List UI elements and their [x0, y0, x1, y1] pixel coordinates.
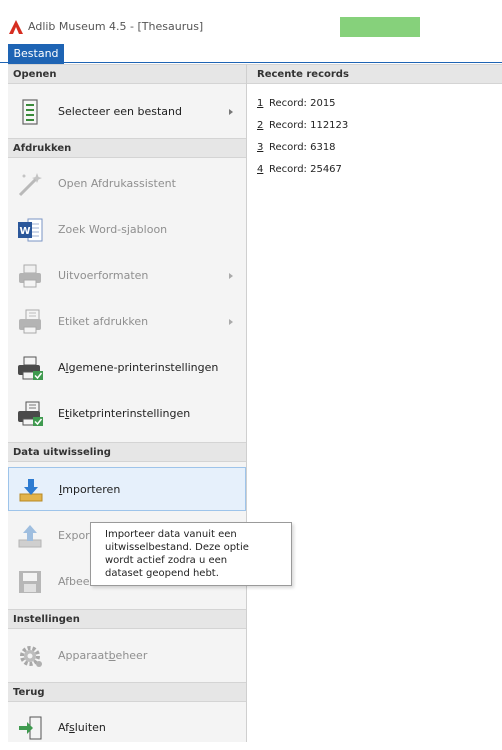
recent-record-3[interactable]: 3 Record: 6318: [257, 140, 336, 156]
tooltip-line: dataset geopend hebt.: [105, 568, 219, 579]
printer-settings-icon: [18, 356, 43, 380]
save-icon: [19, 571, 41, 593]
importeren-tooltip: Importeer data vanuit een uitwisselbesta…: [90, 522, 292, 586]
menu-item-label: Apparaatbeheer: [58, 649, 148, 662]
menu-item-afsluiten[interactable]: Afsluiten: [8, 706, 246, 750]
menu-item-apparaatbeheer[interactable]: Apparaatbeheer: [8, 634, 246, 678]
menu-item-label: Importeren: [59, 483, 121, 496]
title-accent-block: [340, 17, 420, 37]
menu-item-zoek-word-sjabloon[interactable]: W Zoek Word-sjabloon: [8, 208, 246, 252]
menu-item-etiket-afdrukken[interactable]: Etiket afdrukken: [8, 300, 246, 344]
document-list-icon: [22, 99, 38, 125]
menu-item-label: Expor: [58, 529, 90, 542]
menu-tab-bestand[interactable]: Bestand: [8, 44, 64, 64]
menu-item-label: Uitvoerformaten: [58, 269, 149, 282]
word-document-icon: W: [18, 218, 43, 242]
menu-item-label: Open Afdrukassistent: [58, 177, 176, 190]
section-terug: Terug: [8, 682, 246, 702]
menu-item-importeren[interactable]: Importeren: [8, 467, 246, 511]
submenu-arrow-icon: [229, 109, 233, 115]
exit-door-icon: [19, 716, 42, 740]
recent-record-1[interactable]: 1 Record: 2015: [257, 96, 336, 112]
menu-item-label: Selecteer een bestand: [58, 105, 182, 118]
magic-wand-icon: [18, 173, 42, 197]
section-data-uitwisseling: Data uitwisseling: [8, 442, 246, 462]
menu-item-label: Algemene-printerinstellingen: [58, 361, 219, 374]
recent-record-2[interactable]: 2 Record: 112123: [257, 118, 348, 134]
menu-item-etiketprinterinstellingen[interactable]: Etiketprinterinstellingen: [8, 392, 246, 436]
menu-item-label: Zoek Word-sjabloon: [58, 223, 168, 236]
export-icon: [18, 525, 42, 548]
submenu-arrow-icon: [229, 273, 233, 279]
tooltip-line: uitwisselbestand. Deze optie: [105, 542, 249, 553]
recent-records-header: Recente records: [247, 64, 502, 84]
submenu-arrow-icon: [229, 319, 233, 325]
printer-icon: [19, 264, 41, 288]
tooltip-line: wordt actief zodra u een: [105, 555, 228, 566]
import-icon: [19, 479, 43, 502]
section-instellingen: Instellingen: [8, 609, 246, 629]
window-title: Adlib Museum 4.5 - [Thesaurus]: [28, 20, 204, 33]
recent-record-4[interactable]: 4 Record: 25467: [257, 162, 342, 178]
menu-item-label: Afsluiten: [58, 721, 106, 734]
menu-item-open-afdrukassistent[interactable]: Open Afdrukassistent: [8, 162, 246, 206]
menu-item-label: Etiket afdrukken: [58, 315, 149, 328]
svg-text:W: W: [19, 226, 30, 237]
menu-bar: [0, 40, 502, 63]
adlib-logo-icon: [9, 20, 23, 34]
menu-item-selecteer-bestand[interactable]: Selecteer een bestand: [8, 90, 246, 134]
menu-item-algemene-printerinstellingen[interactable]: Algemene-printerinstellingen: [8, 346, 246, 390]
tooltip-line: Importeer data vanuit een: [105, 529, 237, 540]
label-printer-icon: [19, 309, 41, 334]
device-gear-icon: [20, 646, 42, 667]
menu-item-uitvoerformaten[interactable]: Uitvoerformaten: [8, 254, 246, 298]
section-openen: Openen: [8, 64, 246, 84]
menu-item-label: Etiketprinterinstellingen: [58, 407, 191, 420]
section-afdrukken: Afdrukken: [8, 138, 246, 158]
menu-item-label: Afbee: [58, 575, 90, 588]
label-printer-settings-icon: [18, 401, 43, 426]
